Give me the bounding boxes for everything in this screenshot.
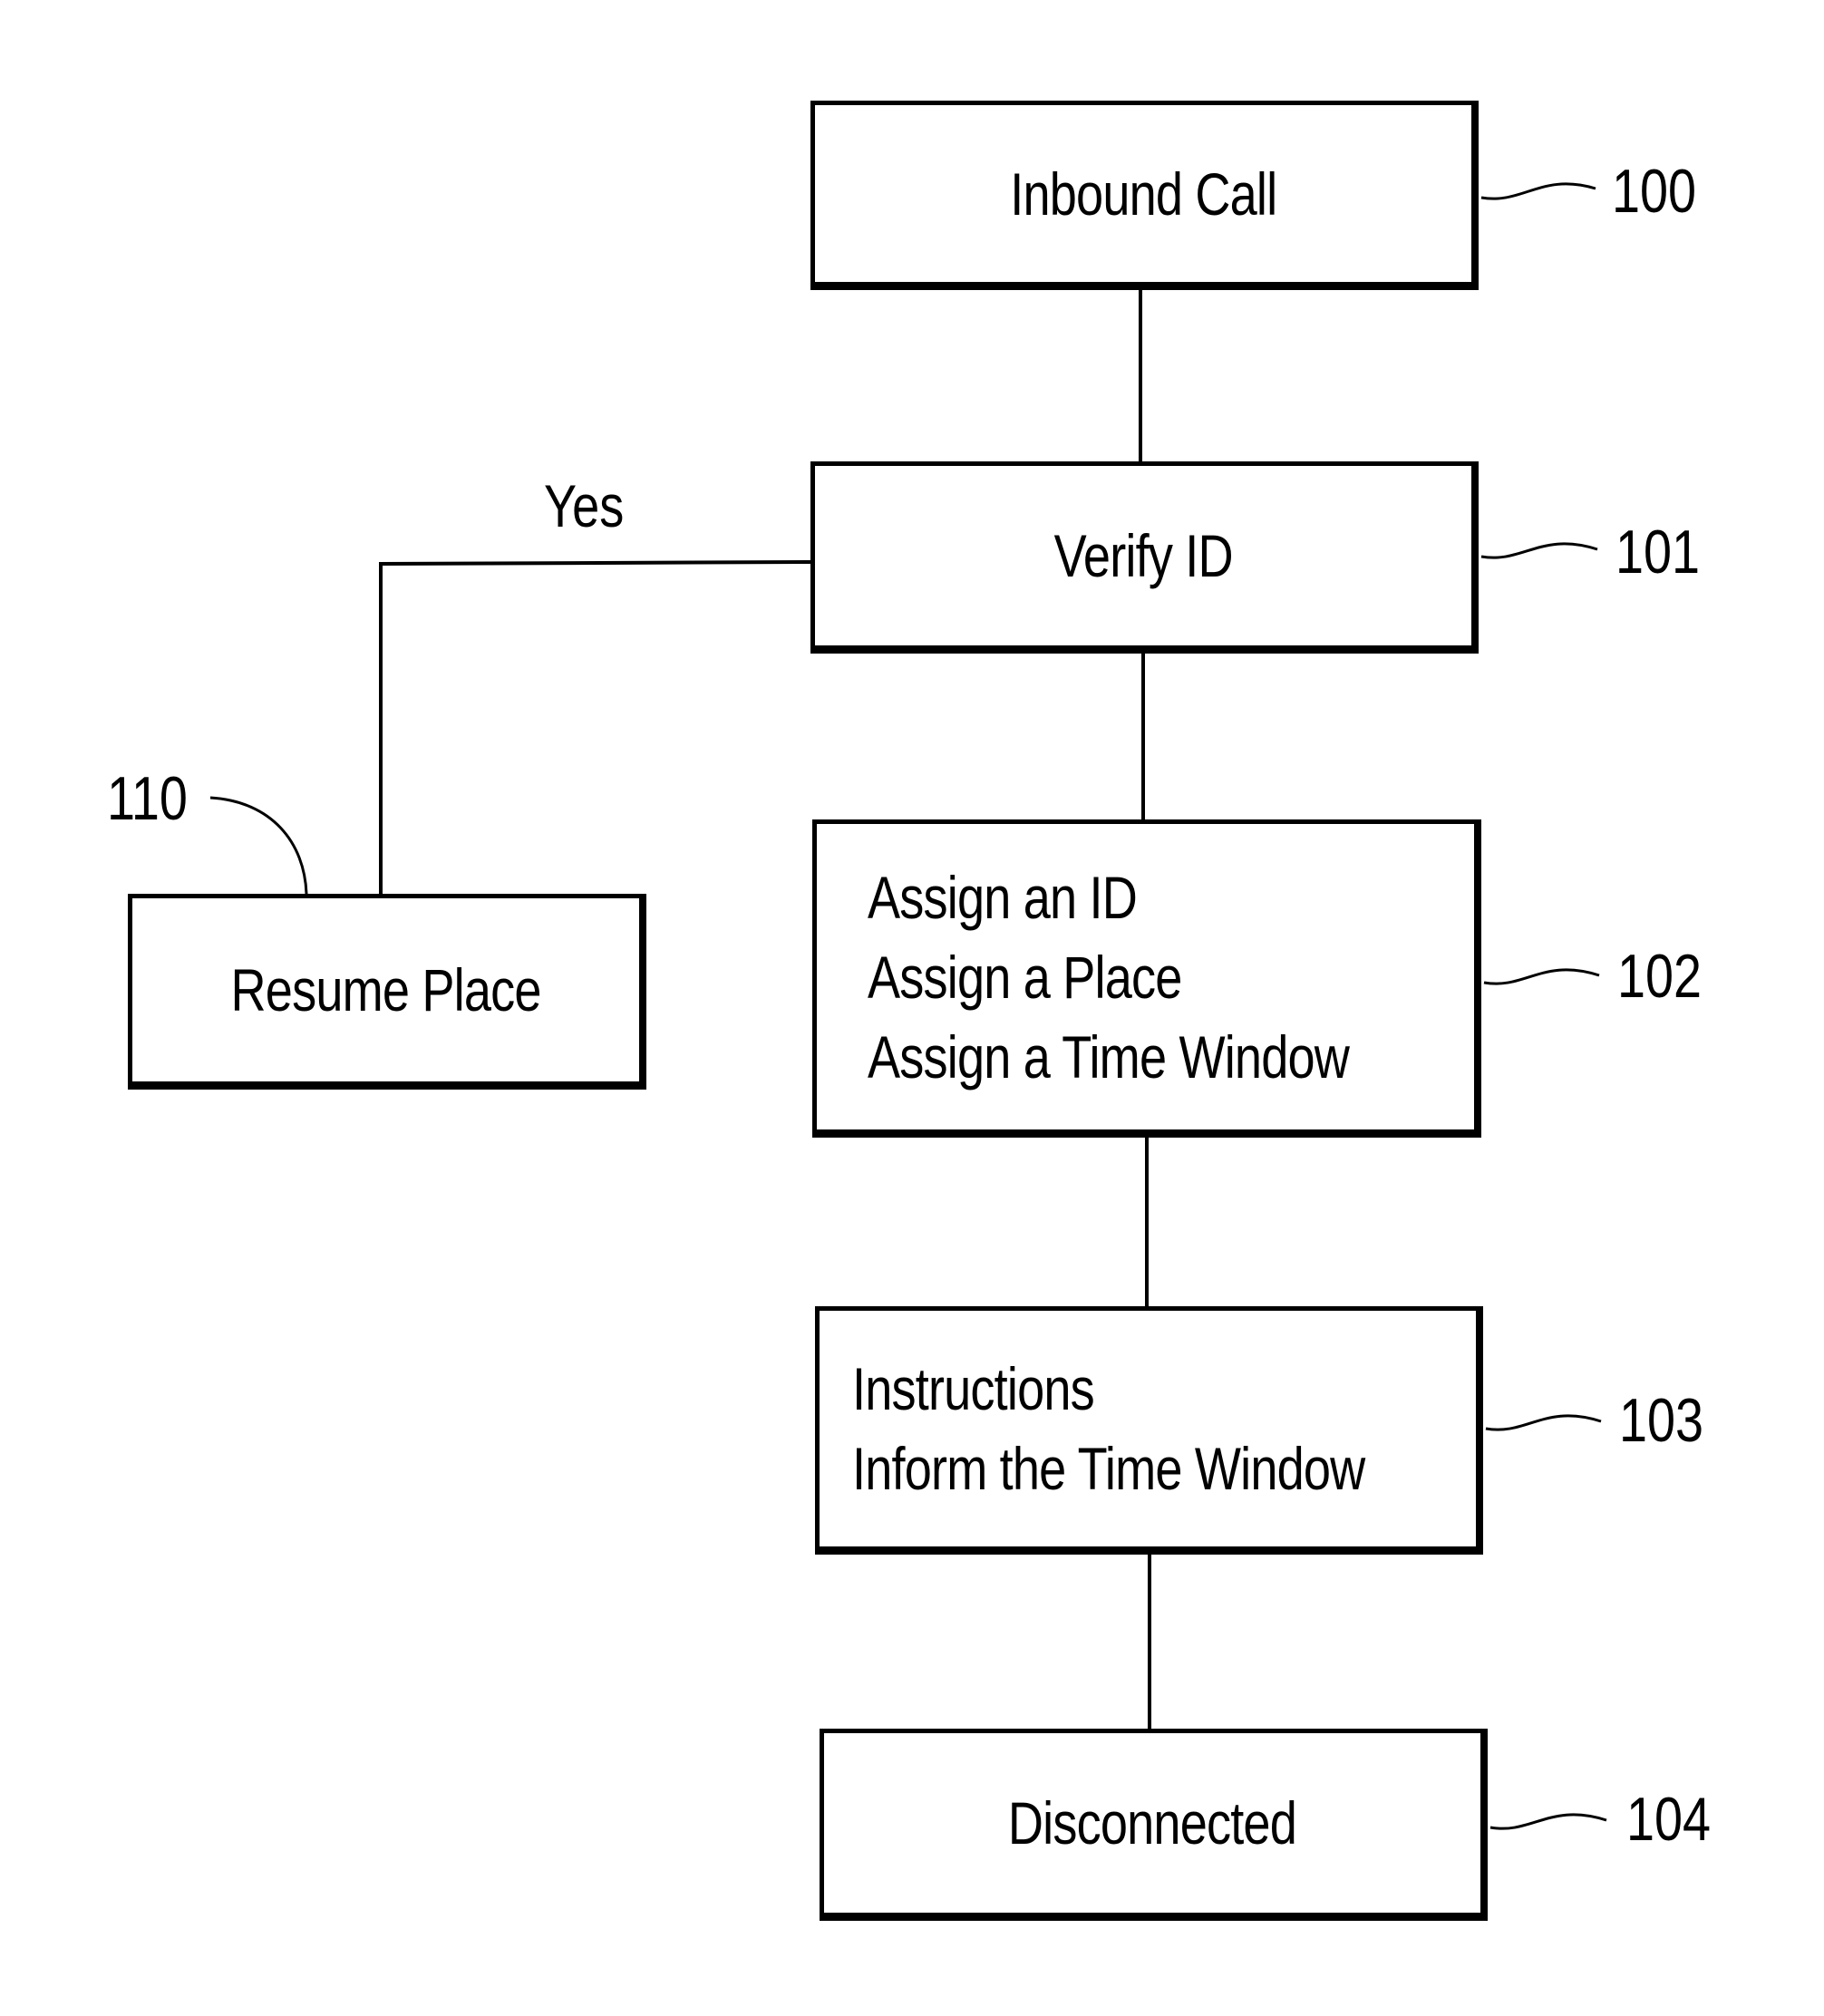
- edge-101-110-yes: [379, 560, 811, 894]
- node-label: Verify ID: [1053, 522, 1233, 589]
- leader-101: [1480, 542, 1598, 559]
- node-label: Disconnected: [1007, 1789, 1297, 1856]
- ref-100: 100: [1612, 157, 1697, 226]
- node-line: Assign a Place: [868, 943, 1182, 1011]
- node-label: Inbound Call: [1009, 160, 1277, 228]
- leader-110: [209, 796, 308, 895]
- leader-104: [1489, 1813, 1607, 1830]
- node-line: Assign an ID: [868, 863, 1138, 931]
- leader-102: [1483, 968, 1600, 985]
- ref-101: 101: [1615, 518, 1701, 586]
- leader-100: [1480, 182, 1596, 200]
- node-inbound-call: Inbound Call: [810, 101, 1479, 290]
- edge-label-yes: Yes: [544, 472, 625, 539]
- leader-103: [1485, 1414, 1602, 1431]
- node-verify-id: Verify ID: [810, 461, 1479, 654]
- node-resume-place: Resume Place: [128, 894, 646, 1090]
- node-line: Inform the Time Window: [852, 1435, 1365, 1502]
- node-line: Instructions: [852, 1355, 1095, 1422]
- ref-110: 110: [107, 764, 188, 833]
- node-assign: Assign an ID Assign a Place Assign a Tim…: [812, 819, 1481, 1138]
- ref-104: 104: [1626, 1785, 1712, 1854]
- node-line: Assign a Time Window: [868, 1023, 1350, 1090]
- node-instructions: Instructions Inform the Time Window: [815, 1306, 1483, 1555]
- node-label: Resume Place: [230, 956, 541, 1023]
- ref-103: 103: [1619, 1386, 1704, 1455]
- node-disconnected: Disconnected: [820, 1729, 1488, 1921]
- ref-102: 102: [1617, 942, 1703, 1011]
